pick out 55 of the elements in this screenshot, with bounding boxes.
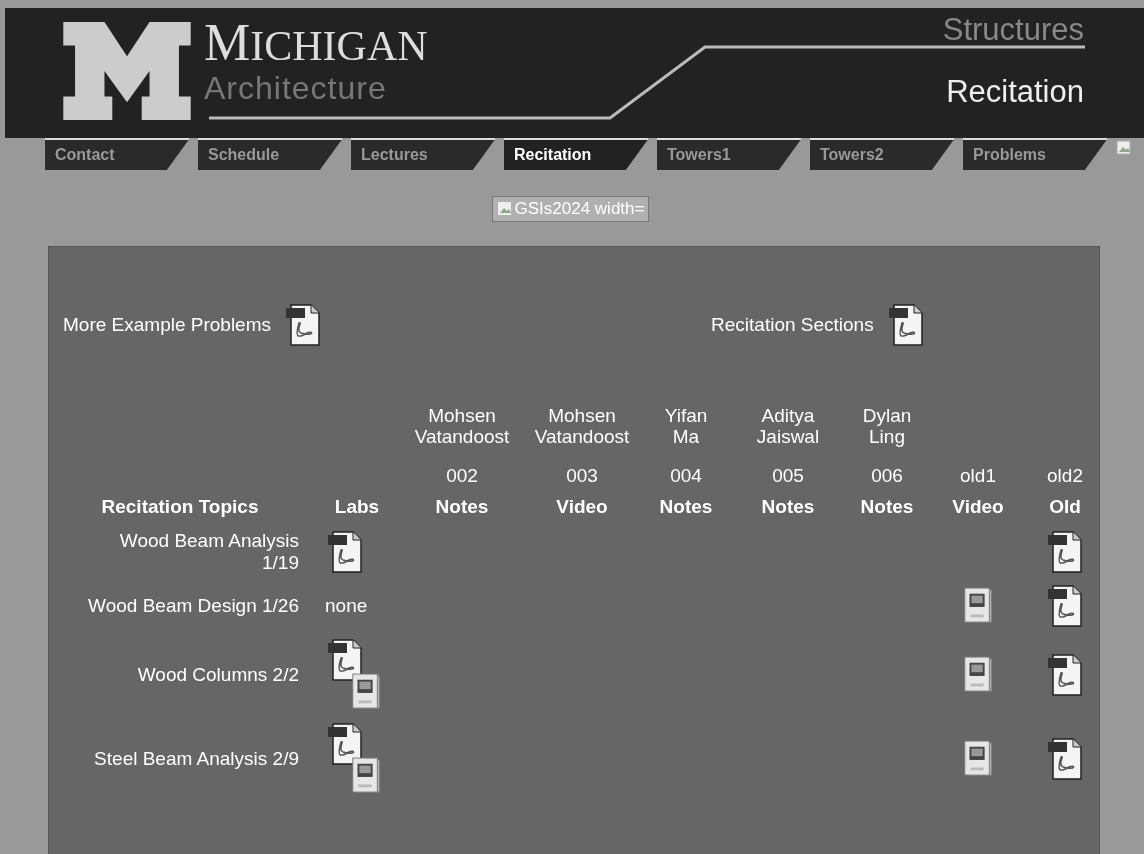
column-header: Notes (761, 496, 815, 517)
nav-tab[interactable]: Towers2 (810, 138, 955, 170)
column-header: Video (556, 496, 608, 517)
video-file-icon[interactable] (961, 655, 995, 695)
column-header: Recitation Topics (101, 496, 259, 517)
instructor-name: Mohsen Vatandoost (534, 405, 630, 447)
section-number: 005 (772, 465, 804, 486)
topic-label: Steel Beam Analysis 2/9 (93, 748, 300, 770)
pdf-icon[interactable] (327, 530, 363, 574)
broken-image-icon (1116, 140, 1132, 156)
logo-title: MICHIGAN (204, 20, 428, 69)
pdf-icon[interactable] (285, 303, 322, 347)
section-number: 003 (566, 465, 598, 486)
pdf-icon[interactable] (327, 722, 363, 766)
pdf-icon[interactable] (327, 638, 363, 682)
pdf-icon[interactable] (1047, 737, 1083, 781)
pdf-icon[interactable] (1047, 584, 1083, 628)
page-title: Recitation (946, 74, 1084, 110)
nav-tab[interactable]: Lectures (351, 138, 496, 170)
section-number: 002 (446, 465, 478, 486)
topic-label: Wood Columns 2/2 (136, 664, 300, 686)
video-file-icon[interactable] (961, 586, 995, 626)
section-number: old1 (960, 465, 996, 486)
document-link[interactable]: Recitation Sections (711, 314, 874, 336)
column-header: Notes (860, 496, 914, 517)
column-header: Video (952, 496, 1004, 517)
topic-label: Wood Beam Analysis 1/19 (118, 530, 300, 574)
pdf-icon[interactable] (887, 303, 924, 347)
document-link[interactable]: More Example Problems (63, 314, 272, 336)
nav-tab[interactable]: Recitation (504, 138, 649, 170)
course-title: Structures (942, 12, 1084, 48)
instructor-name: Mohsen Vatandoost (414, 405, 510, 447)
column-header: Notes (435, 496, 489, 517)
instructor-name: Yifan Ma (664, 405, 708, 447)
broken-image: GSIs2024 width= (491, 196, 650, 222)
section-number: 006 (871, 465, 903, 486)
section-number: old2 (1047, 465, 1083, 486)
logo-subtitle: Architecture (204, 69, 388, 107)
nav-tab[interactable]: Towers1 (657, 138, 802, 170)
column-header: Notes (659, 496, 713, 517)
nav-tab[interactable]: Contact (45, 138, 190, 170)
column-header: Labs (334, 496, 380, 517)
topic-label: Wood Beam Design 1/26 (87, 595, 300, 617)
video-file-icon[interactable] (961, 739, 995, 779)
section-number: 004 (670, 465, 702, 486)
instructor-name: Aditya Jaiswal (756, 405, 820, 447)
column-header: Old (1049, 496, 1081, 517)
instructor-name: Dylan Ling (862, 405, 912, 447)
video-file-icon[interactable] (349, 672, 383, 712)
nav-tab[interactable]: Problems (963, 138, 1108, 170)
table-cell-text: none (324, 595, 368, 616)
video-file-icon[interactable] (349, 756, 383, 796)
pdf-icon[interactable] (1047, 530, 1083, 574)
pdf-icon[interactable] (1047, 653, 1083, 697)
nav-tab[interactable]: Schedule (198, 138, 343, 170)
